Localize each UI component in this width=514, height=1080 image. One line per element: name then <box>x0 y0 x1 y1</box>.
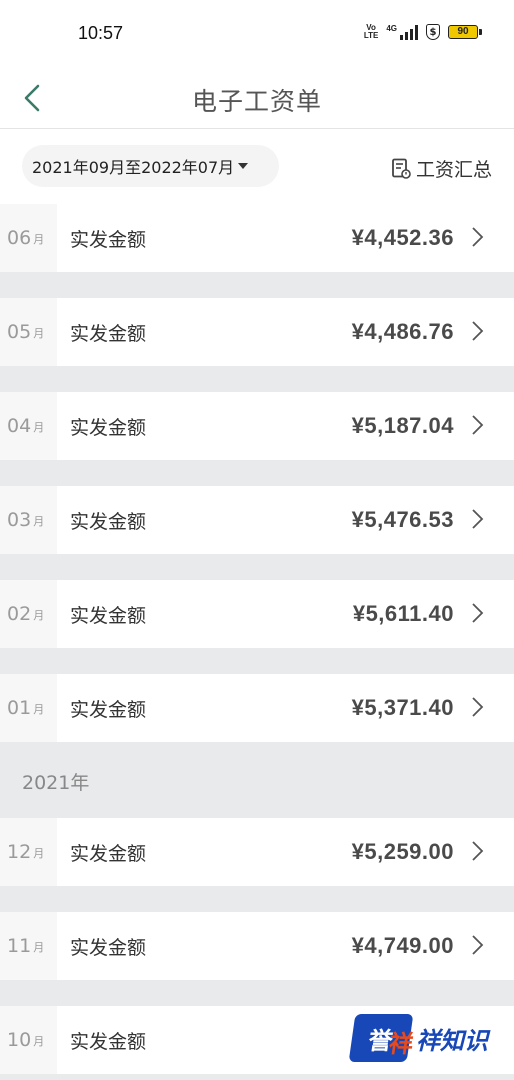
chevron-right-icon <box>472 697 484 717</box>
month-label: 03 月 <box>0 486 57 554</box>
chevron-right-icon <box>472 227 484 247</box>
salary-row-2021-12[interactable]: 12 月 实发金额 ¥5,259.00 <box>0 818 514 886</box>
signal-icon: 4G <box>386 24 418 40</box>
month-label: 12 月 <box>0 818 57 886</box>
net-pay-label: 实发金额 <box>70 417 147 439</box>
net-pay-label: 实发金额 <box>70 699 147 721</box>
status-icons: Vo LTE 4G $ 90 <box>363 23 482 40</box>
net-pay-label: 实发金额 <box>70 323 147 345</box>
row-gap <box>0 460 514 486</box>
status-bar: 10:57 Vo LTE 4G $ 90 <box>0 0 514 68</box>
chevron-right-icon <box>472 415 484 435</box>
row-gap <box>0 886 514 912</box>
net-pay-label: 实发金额 <box>70 229 147 251</box>
row-gap <box>0 272 514 298</box>
salary-row-2022-06[interactable]: 06 月 实发金额 ¥4,452.36 <box>0 204 514 272</box>
row-gap <box>0 648 514 674</box>
chevron-right-icon <box>472 321 484 341</box>
nav-bar: 电子工资单 <box>0 68 514 129</box>
month-label: 11 月 <box>0 912 57 980</box>
net-pay-amount: ¥5,371.40 <box>351 695 454 720</box>
salary-row-2022-02[interactable]: 02 月 实发金额 ¥5,611.40 <box>0 580 514 648</box>
security-shield-icon: $ <box>426 24 440 40</box>
net-pay-amount: ¥5,476.53 <box>351 507 454 532</box>
net-pay-label: 实发金额 <box>70 605 147 627</box>
month-label: 06 月 <box>0 204 57 272</box>
watermark-logo: 誉 祥 祥知识 <box>348 1010 502 1066</box>
date-range-label: 2021年09月至2022年07月 <box>32 158 235 177</box>
net-pay-label: 实发金额 <box>70 937 147 959</box>
date-range-selector[interactable]: 2021年09月至2022年07月 <box>22 145 279 187</box>
month-label: 02 月 <box>0 580 57 648</box>
caret-down-icon <box>238 163 249 169</box>
salary-row-2022-04[interactable]: 04 月 实发金额 ¥5,187.04 <box>0 392 514 460</box>
salary-row-2021-11[interactable]: 11 月 实发金额 ¥4,749.00 <box>0 912 514 980</box>
month-label: 10 月 <box>0 1006 57 1074</box>
battery-icon: 90 <box>448 25 482 39</box>
chevron-right-icon <box>472 603 484 623</box>
net-pay-label: 实发金额 <box>70 1031 147 1053</box>
net-pay-amount: ¥4,749.00 <box>351 933 454 958</box>
salary-summary-button[interactable]: 工资汇总 <box>391 155 492 182</box>
salary-row-2022-03[interactable]: 03 月 实发金额 ¥5,476.53 <box>0 486 514 554</box>
filter-bar: 2021年09月至2022年07月 工资汇总 <box>0 129 514 205</box>
chevron-right-icon <box>472 935 484 955</box>
watermark-text: 祥知识 <box>416 1026 488 1055</box>
salary-list: 06 月 实发金额 ¥4,452.36 05 月 实发金额 ¥4,486.76 04… <box>0 204 514 1074</box>
summary-label: 工资汇总 <box>415 159 492 181</box>
salary-row-2022-05[interactable]: 05 月 实发金额 ¥4,486.76 <box>0 298 514 366</box>
year-header: 2021年 <box>0 742 514 818</box>
net-pay-label: 实发金额 <box>70 843 147 865</box>
month-label: 04 月 <box>0 392 57 460</box>
volte-icon: Vo LTE <box>363 23 379 40</box>
net-pay-amount: ¥5,259.00 <box>351 839 454 864</box>
year-header-label: 2021年 <box>22 772 90 794</box>
report-icon <box>392 158 411 179</box>
row-gap <box>0 554 514 580</box>
watermark-badge: 誉 祥 <box>348 1014 415 1062</box>
net-pay-amount: ¥4,452.36 <box>351 225 454 250</box>
net-pay-label: 实发金额 <box>70 511 147 533</box>
chevron-right-icon <box>472 509 484 529</box>
net-pay-amount: ¥5,611.40 <box>352 601 454 626</box>
row-gap <box>0 366 514 392</box>
month-label: 05 月 <box>0 298 57 366</box>
salary-row-2022-01[interactable]: 01 月 实发金额 ¥5,371.40 <box>0 674 514 742</box>
row-gap <box>0 980 514 1006</box>
page-title: 电子工资单 <box>191 87 322 116</box>
chevron-right-icon <box>472 841 484 861</box>
status-time: 10:57 <box>78 23 124 43</box>
month-label: 01 月 <box>0 674 57 742</box>
net-pay-amount: ¥5,187.04 <box>351 413 454 438</box>
net-pay-amount: ¥4,486.76 <box>351 319 454 344</box>
